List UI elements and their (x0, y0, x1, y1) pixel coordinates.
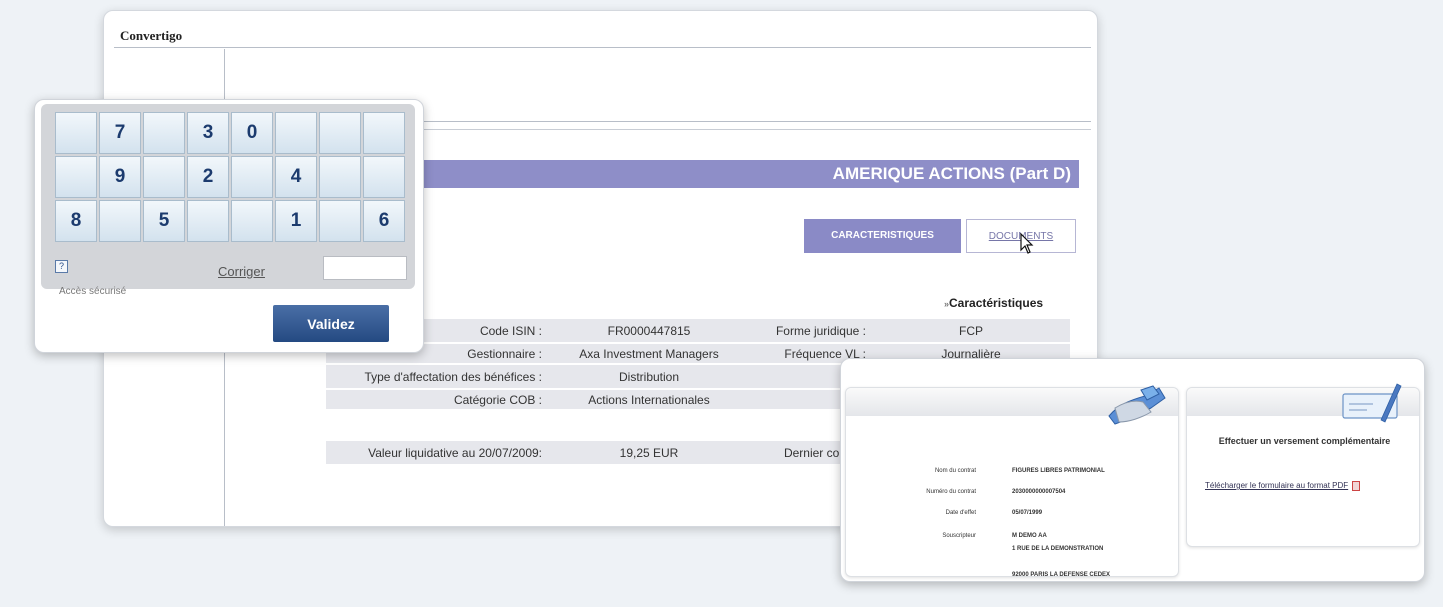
keypad-key[interactable] (319, 200, 361, 242)
download-form-link[interactable]: Télécharger le formulaire au format PDF (1205, 479, 1395, 493)
keypad-key[interactable] (99, 200, 141, 242)
contract-popup: Nom du contrat FIGURES LIBRES PATRIMONIA… (840, 358, 1425, 582)
keypad-key[interactable]: 9 (99, 156, 141, 198)
contract-row: 2030000000007504 (1012, 489, 1066, 495)
contract-card: Nom du contrat FIGURES LIBRES PATRIMONIA… (845, 385, 1179, 578)
secure-access-label: Accès sécurisé (59, 286, 127, 297)
keypad-key[interactable]: 3 (187, 112, 229, 154)
pdf-icon (1352, 480, 1361, 491)
corriger-link[interactable]: Corriger (218, 264, 265, 279)
keypad-key[interactable]: 1 (275, 200, 317, 242)
fund-title: AMERIQUE ACTIONS (Part D) (404, 160, 1079, 188)
versement-title: Effectuer un versement complémentaire (1218, 436, 1391, 446)
keypad-key[interactable] (319, 112, 361, 154)
secure-keypad-popup: 7 3 0 9 2 4 8 5 1 6 Corriger ? Accès séc… (34, 99, 424, 353)
help-icon[interactable]: ? (55, 260, 68, 273)
handshake-icon (1108, 385, 1166, 425)
keypad-grid: 7 3 0 9 2 4 8 5 1 6 (55, 112, 405, 242)
section-title: »Caractéristiques (944, 296, 1044, 310)
keypad-key[interactable]: 4 (275, 156, 317, 198)
keypad-key[interactable] (55, 112, 97, 154)
keypad-key[interactable]: 8 (55, 200, 97, 242)
keypad-key[interactable] (319, 156, 361, 198)
keypad-key[interactable] (231, 200, 273, 242)
keypad-key[interactable] (363, 156, 405, 198)
contract-row: FIGURES LIBRES PATRIMONIAL (1012, 468, 1105, 474)
contract-row: M DEMO AA (1012, 533, 1047, 539)
keypad-key[interactable]: 7 (99, 112, 141, 154)
app-title: Convertigo (120, 28, 183, 43)
keypad-key[interactable] (143, 156, 185, 198)
keypad-key[interactable]: 5 (143, 200, 185, 242)
cheque-pen-icon (1342, 383, 1402, 423)
keypad-key[interactable]: 2 (187, 156, 229, 198)
contract-address: 92000 PARIS LA DEFENSE CEDEX (1012, 572, 1111, 578)
versement-card: Effectuer un versement complémentaire Té… (1186, 383, 1420, 547)
keypad-key[interactable] (231, 156, 273, 198)
keypad-frame: 7 3 0 9 2 4 8 5 1 6 Corriger (41, 104, 415, 289)
contract-address: 1 RUE DE LA DEMONSTRATION (1012, 546, 1104, 552)
keypad-key[interactable] (363, 112, 405, 154)
contract-row: 05/07/1999 (1012, 510, 1043, 516)
title-divider (114, 47, 1091, 48)
tab-caracteristiques[interactable]: CARACTERISTIQUES (804, 219, 961, 253)
table-row: Code ISIN : FR0000447815 Forme juridique… (326, 319, 1070, 342)
keypad-key[interactable] (187, 200, 229, 242)
keypad-key[interactable]: 0 (231, 112, 273, 154)
keypad-key[interactable] (55, 156, 97, 198)
keypad-key[interactable]: 6 (363, 200, 405, 242)
mouse-cursor-icon (1020, 233, 1034, 254)
validate-button[interactable]: Validez (273, 305, 389, 342)
code-field[interactable] (323, 256, 407, 280)
keypad-key[interactable] (275, 112, 317, 154)
keypad-key[interactable] (143, 112, 185, 154)
